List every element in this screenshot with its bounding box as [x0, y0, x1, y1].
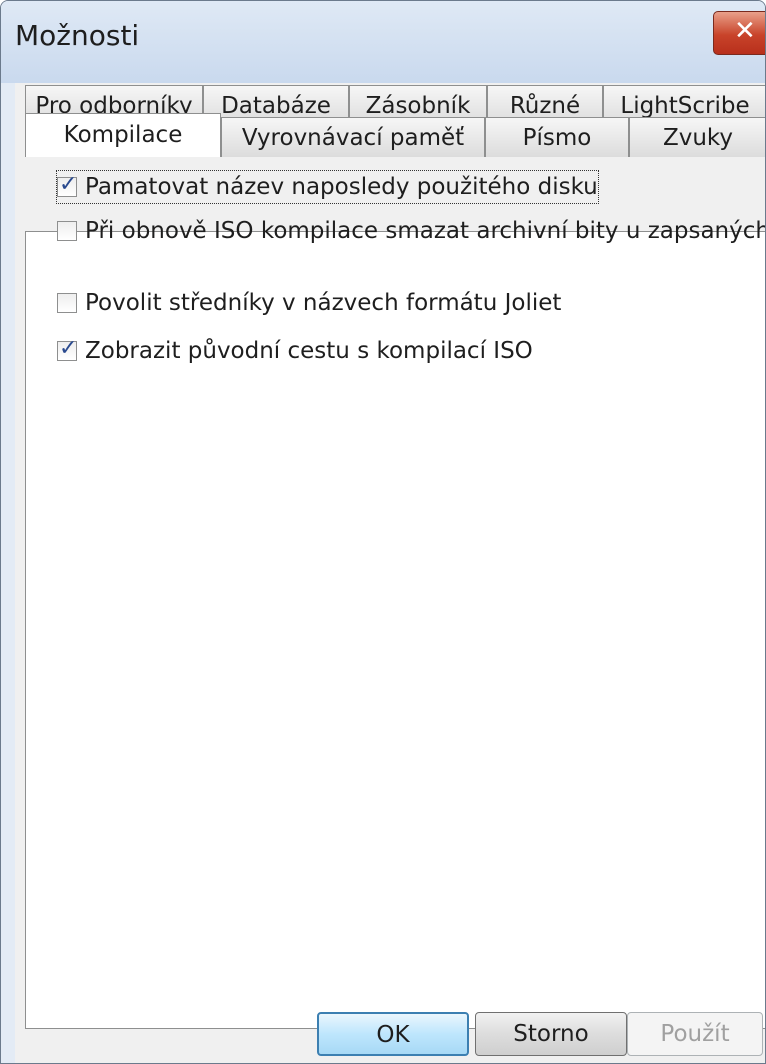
option-joliet-semicolons[interactable]: Povolit středníky v názvech formátu Joli…	[57, 287, 561, 319]
option-label: Pamatovat název naposledy použitého disk…	[85, 174, 598, 200]
option-label: Povolit středníky v názvech formátu Joli…	[85, 290, 562, 316]
option-remember-disc[interactable]: Pamatovat název naposledy použitého disk…	[56, 170, 599, 204]
tab-pismo[interactable]: Písmo	[485, 117, 629, 157]
window-title: Možnosti	[15, 19, 140, 52]
ok-button[interactable]: OK	[317, 1012, 469, 1056]
tab-kompilace[interactable]: Kompilace	[25, 113, 221, 157]
checkbox-show-original-path[interactable]	[57, 336, 77, 361]
option-label: Při obnově ISO kompilace smazat archivní…	[85, 218, 766, 244]
dialog-client-area: Pro odborníky Databáze Zásobník Různé Li…	[15, 83, 766, 1063]
option-show-original-path[interactable]: Zobrazit původní cestu s kompilací ISO	[57, 335, 533, 367]
apply-button[interactable]: Použít	[627, 1012, 763, 1056]
tab-zvuky[interactable]: Zvuky	[629, 117, 765, 157]
options-dialog: Možnosti ✕ Pro odborníky Databáze Zásobn…	[0, 0, 766, 1064]
option-clear-archive-bits[interactable]: Při obnově ISO kompilace smazat archivní…	[57, 215, 766, 247]
tab-vyrovnavaci-pamet[interactable]: Vyrovnávací paměť	[221, 117, 485, 157]
tab-row-bottom: Kompilace Vyrovnávací paměť Písmo Zvuky	[25, 113, 765, 157]
checkbox-joliet-semicolons[interactable]	[57, 293, 77, 313]
close-button[interactable]: ✕	[713, 11, 765, 55]
checkbox-clear-archive-bits[interactable]	[57, 221, 77, 241]
cancel-button[interactable]: Storno	[475, 1012, 627, 1056]
title-bar: Možnosti ✕	[1, 1, 765, 83]
option-label: Zobrazit původní cestu s kompilací ISO	[85, 338, 533, 364]
checkbox-remember-disc[interactable]	[57, 172, 77, 197]
close-icon: ✕	[734, 16, 756, 46]
